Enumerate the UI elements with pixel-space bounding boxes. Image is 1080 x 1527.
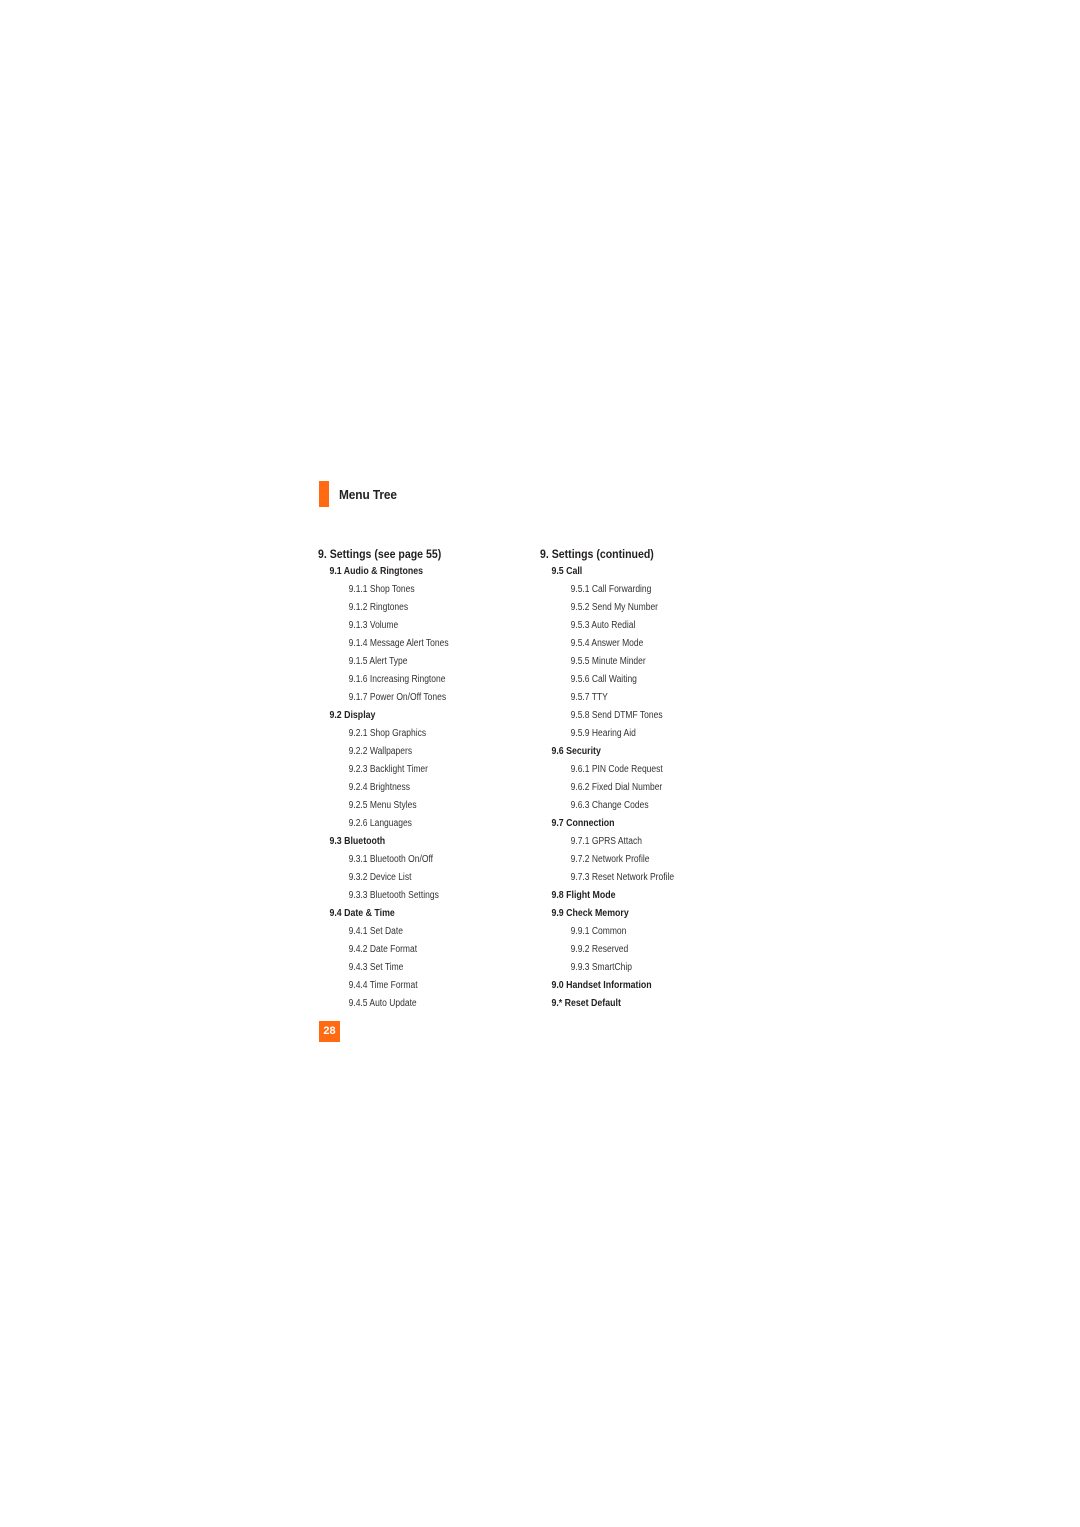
menu-item: 9.9.2 Reserved [570, 944, 629, 955]
menu-section: 9.7 Connection [551, 818, 615, 829]
section-list: 9.1 Audio & Ringtones 9.1.1 Shop Tones 9.1… [318, 563, 472, 1013]
menu-item: 9.2.4 Brightness [348, 782, 411, 793]
menu-section: 9.4 Date & Time [329, 908, 395, 919]
menu-item: 9.2.6 Languages [348, 818, 412, 829]
menu-section: 9.9 Check Memory [551, 908, 629, 919]
menu-item: 9.1.2 Ringtones [348, 602, 409, 613]
menu-item: 9.2.2 Wallpapers [348, 746, 413, 757]
menu-item: 9.5.4 Answer Mode [570, 638, 644, 649]
menu-item: 9.1.6 Increasing Ringtone [348, 674, 446, 685]
menu-item: 9.4.5 Auto Update [348, 998, 417, 1009]
menu-item: 9.5.7 TTY [570, 692, 608, 703]
menu-item: 9.4.4 Time Format [348, 980, 418, 991]
menu-item: 9.4.2 Date Format [348, 944, 418, 955]
menu-item: 9.5.9 Hearing Aid [570, 728, 636, 739]
menu-item: 9.4.3 Set Time [348, 962, 404, 973]
menu-item: 9.3.1 Bluetooth On/Off [348, 854, 434, 865]
menu-item: 9.6.2 Fixed Dial Number [570, 782, 663, 793]
menu-item: 9.1.7 Power On/Off Tones [348, 692, 447, 703]
left-column: 9. Settings (see page 55) 9.1 Audio & Ri… [318, 545, 472, 1013]
menu-item: 9.5.6 Call Waiting [570, 674, 637, 685]
menu-section: 9.1 Audio & Ringtones [329, 566, 423, 577]
column-title: 9. Settings (continued) [540, 547, 654, 561]
menu-item: 9.5.3 Auto Redial [570, 620, 636, 631]
menu-item: 9.7.1 GPRS Attach [570, 836, 642, 847]
menu-item: 9.3.2 Device List [348, 872, 412, 883]
menu-section: 9.* Reset Default [551, 998, 621, 1009]
menu-item: 9.6.3 Change Codes [570, 800, 649, 811]
page-number-badge: 28 [319, 1021, 340, 1042]
menu-item: 9.1.3 Volume [348, 620, 399, 631]
menu-item: 9.3.3 Bluetooth Settings [348, 890, 439, 901]
menu-section: 9.0 Handset Information [551, 980, 652, 991]
menu-item: 9.5.8 Send DTMF Tones [570, 710, 663, 721]
menu-section: 9.8 Flight Mode [551, 890, 616, 901]
menu-item: 9.9.3 SmartChip [570, 962, 633, 973]
page-title: Menu Tree [339, 488, 397, 502]
menu-item: 9.4.1 Set Date [348, 926, 403, 937]
menu-item: 9.6.1 PIN Code Request [570, 764, 663, 775]
menu-item: 9.7.3 Reset Network Profile [570, 872, 675, 883]
menu-item: 9.7.2 Network Profile [570, 854, 650, 865]
menu-section: 9.2 Display [329, 710, 376, 721]
section-list: 9.5 Call 9.5.1 Call Forwarding 9.5.2 Send … [540, 563, 698, 1013]
header-accent-bar [319, 481, 329, 507]
menu-section: 9.3 Bluetooth [329, 836, 386, 847]
menu-item: 9.1.5 Alert Type [348, 656, 408, 667]
column-title: 9. Settings (see page 55) [318, 547, 442, 561]
menu-item: 9.5.2 Send My Number [570, 602, 659, 613]
menu-section: 9.6 Security [551, 746, 601, 757]
menu-item: 9.1.4 Message Alert Tones [348, 638, 449, 649]
menu-section: 9.5 Call [551, 566, 583, 577]
right-column: 9. Settings (continued) 9.5 Call 9.5.1 Ca… [540, 545, 698, 1013]
menu-item: 9.2.3 Backlight Timer [348, 764, 428, 775]
menu-item: 9.9.1 Common [570, 926, 627, 937]
menu-item: 9.1.1 Shop Tones [348, 584, 415, 595]
menu-item: 9.5.1 Call Forwarding [570, 584, 652, 595]
menu-item: 9.5.5 Minute Minder [570, 656, 646, 667]
menu-item: 9.2.5 Menu Styles [348, 800, 417, 811]
menu-item: 9.2.1 Shop Graphics [348, 728, 427, 739]
